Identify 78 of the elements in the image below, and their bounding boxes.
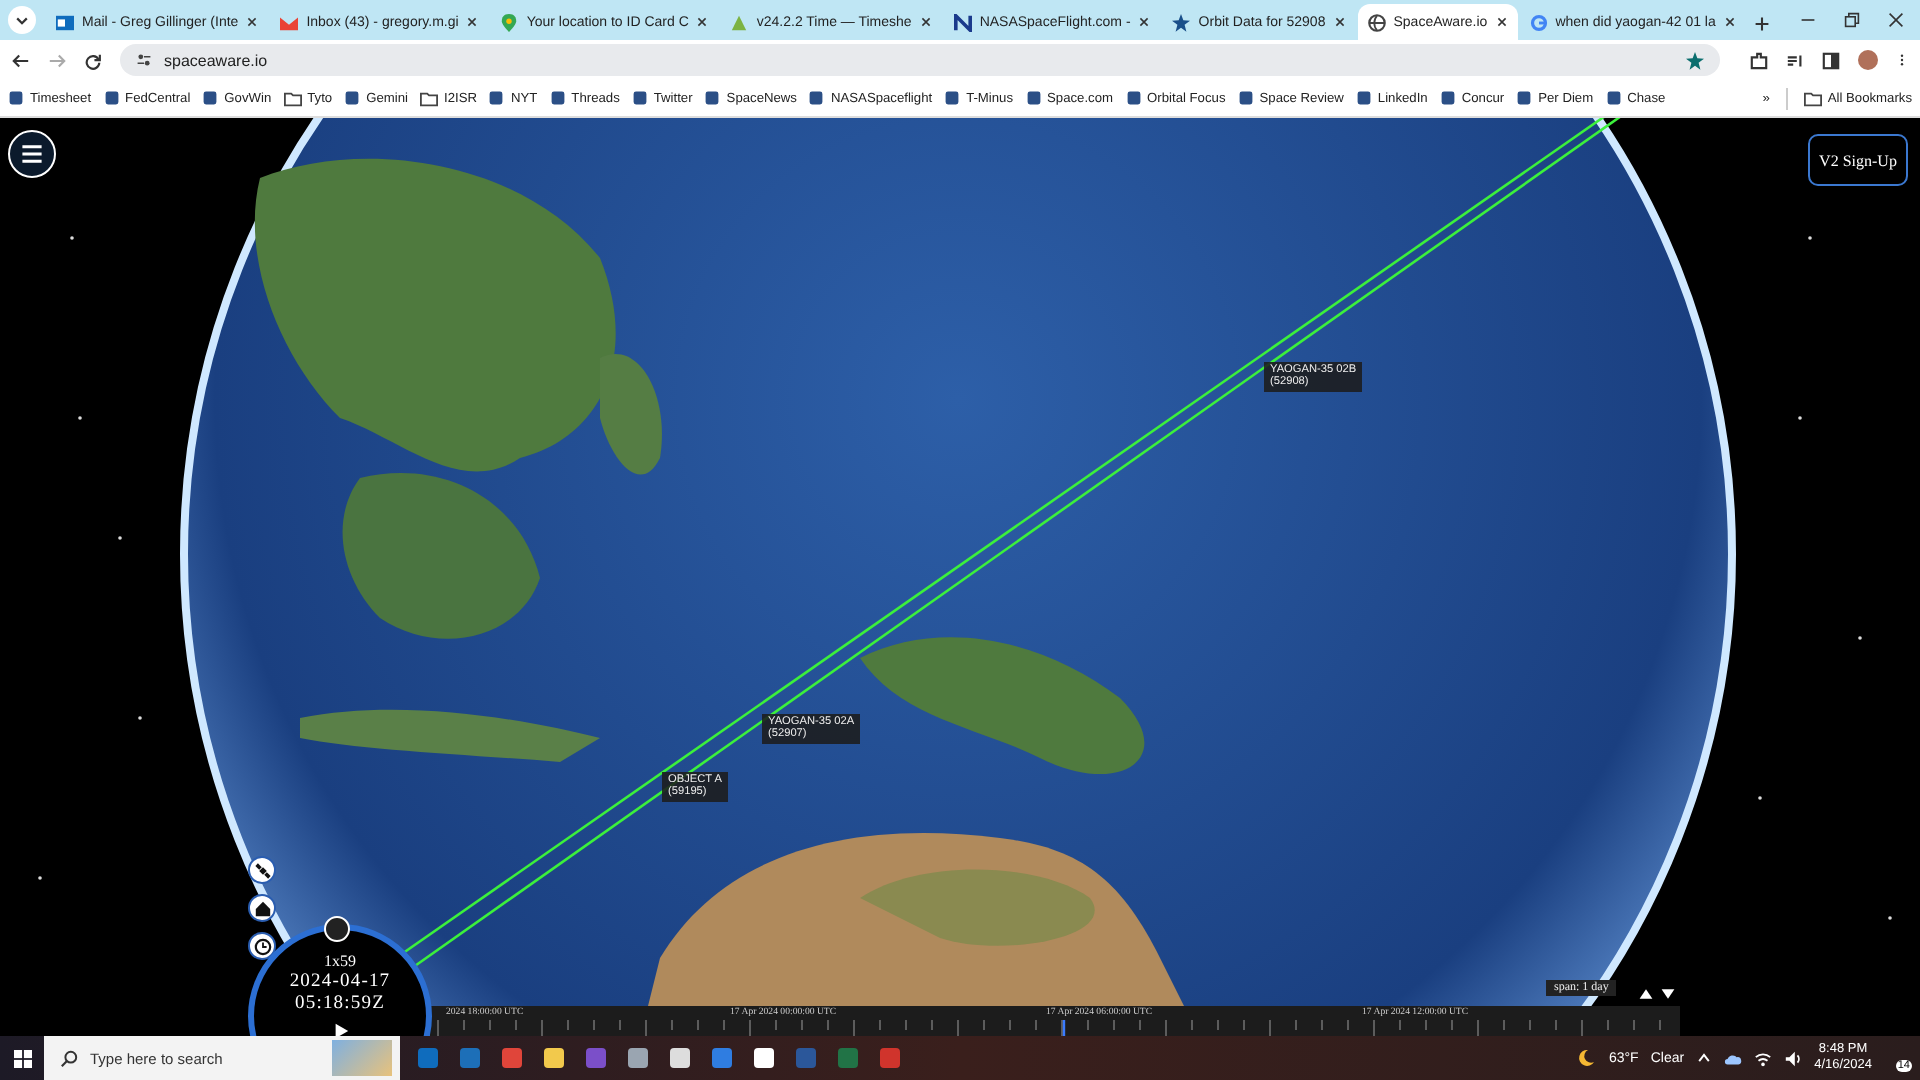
triangle-up-icon: [1638, 986, 1654, 1002]
speaker-icon[interactable]: [1784, 1049, 1803, 1067]
site-favicon-icon: [1516, 90, 1533, 106]
taskbar-app-icon[interactable]: [668, 1046, 692, 1070]
folder-icon: [1803, 89, 1822, 107]
site-favicon-icon: [1355, 90, 1372, 106]
span-down-button[interactable]: [1660, 986, 1676, 1002]
close-icon[interactable]: [466, 16, 479, 28]
clock-icon: [253, 937, 271, 955]
address-bar[interactable]: spaceaware.io: [120, 44, 1720, 76]
chevron-up-icon[interactable]: [1696, 1050, 1713, 1066]
site-favicon-icon: [202, 90, 219, 106]
menu-button[interactable]: [8, 130, 56, 178]
star-icon: [1172, 13, 1191, 31]
site-favicon-icon: [1605, 90, 1622, 106]
g-logo-icon: [1529, 13, 1548, 31]
folder-icon: [419, 89, 438, 107]
site-favicon-icon: [1125, 90, 1142, 106]
search-highlight-picture: [332, 1040, 392, 1076]
home-button[interactable]: [248, 894, 276, 922]
close-icon[interactable]: [1888, 12, 1904, 28]
close-icon[interactable]: [1723, 16, 1736, 28]
folder-icon: [283, 89, 302, 107]
close-icon[interactable]: [1138, 16, 1151, 28]
close-icon[interactable]: [1333, 16, 1346, 28]
site-favicon-icon: [1237, 90, 1254, 106]
reload-icon[interactable]: [84, 51, 102, 69]
site-favicon-icon: [1439, 90, 1456, 106]
map-pin-icon: [500, 13, 519, 31]
triangle-down-icon: [1660, 986, 1676, 1002]
mail-icon: [56, 13, 74, 31]
back-arrow-icon[interactable]: [12, 51, 30, 69]
windows-logo-icon: [13, 1049, 31, 1067]
profile-avatar[interactable]: [1858, 50, 1878, 70]
site-favicon-icon: [549, 90, 566, 106]
taskbar-app-icon[interactable]: [542, 1046, 566, 1070]
search-icon: [60, 1049, 78, 1067]
signup-button[interactable]: V2 Sign-Up: [1808, 134, 1908, 186]
site-favicon-icon: [344, 90, 361, 106]
sim-date: 2024-04-17: [289, 972, 391, 994]
wifi-icon[interactable]: [1754, 1049, 1773, 1067]
close-icon[interactable]: [1495, 16, 1508, 28]
puzzle-piece-icon[interactable]: [1750, 51, 1768, 69]
home-icon: [253, 899, 271, 917]
site-favicon-icon: [631, 90, 648, 106]
side-panel-icon[interactable]: [1822, 51, 1840, 69]
cloud-icon[interactable]: [1724, 1049, 1743, 1067]
tab-search-button[interactable]: [8, 6, 36, 34]
site-favicon-icon: [8, 90, 24, 106]
site-info-icon[interactable]: [136, 52, 152, 68]
span-up-button[interactable]: [1638, 986, 1654, 1002]
media-controls-icon[interactable]: [1786, 51, 1804, 69]
site-favicon-icon: [944, 90, 961, 106]
play-button[interactable]: [331, 1022, 349, 1036]
globe-icon: [1367, 13, 1386, 31]
n-logo-icon: [953, 13, 972, 31]
site-favicon-icon: [704, 90, 721, 106]
taskbar-app-icon[interactable]: [752, 1046, 776, 1070]
chevron-down-icon: [14, 12, 30, 28]
satellite-icon: [253, 861, 271, 879]
playback-speed: 1x59: [324, 952, 356, 972]
site-favicon-icon: [1025, 90, 1042, 106]
time-button[interactable]: [248, 932, 276, 960]
close-icon[interactable]: [696, 16, 709, 28]
more-options-icon[interactable]: [1896, 50, 1908, 70]
menu-icon: [20, 142, 44, 166]
close-icon[interactable]: [919, 16, 932, 28]
bookmark-star-icon[interactable]: [1686, 51, 1704, 69]
restore-icon[interactable]: [1844, 12, 1860, 28]
close-icon[interactable]: [246, 16, 259, 28]
site-favicon-icon: [103, 90, 120, 106]
taskbar-app-icon[interactable]: [626, 1046, 650, 1070]
moon-icon: [1576, 1048, 1597, 1068]
site-favicon-icon: [488, 90, 505, 106]
site-favicon-icon: [808, 90, 825, 106]
new-tab-icon[interactable]: [1753, 16, 1770, 32]
sim-time: 05:18:59Z: [295, 994, 385, 1016]
envelope-icon: [280, 13, 299, 31]
